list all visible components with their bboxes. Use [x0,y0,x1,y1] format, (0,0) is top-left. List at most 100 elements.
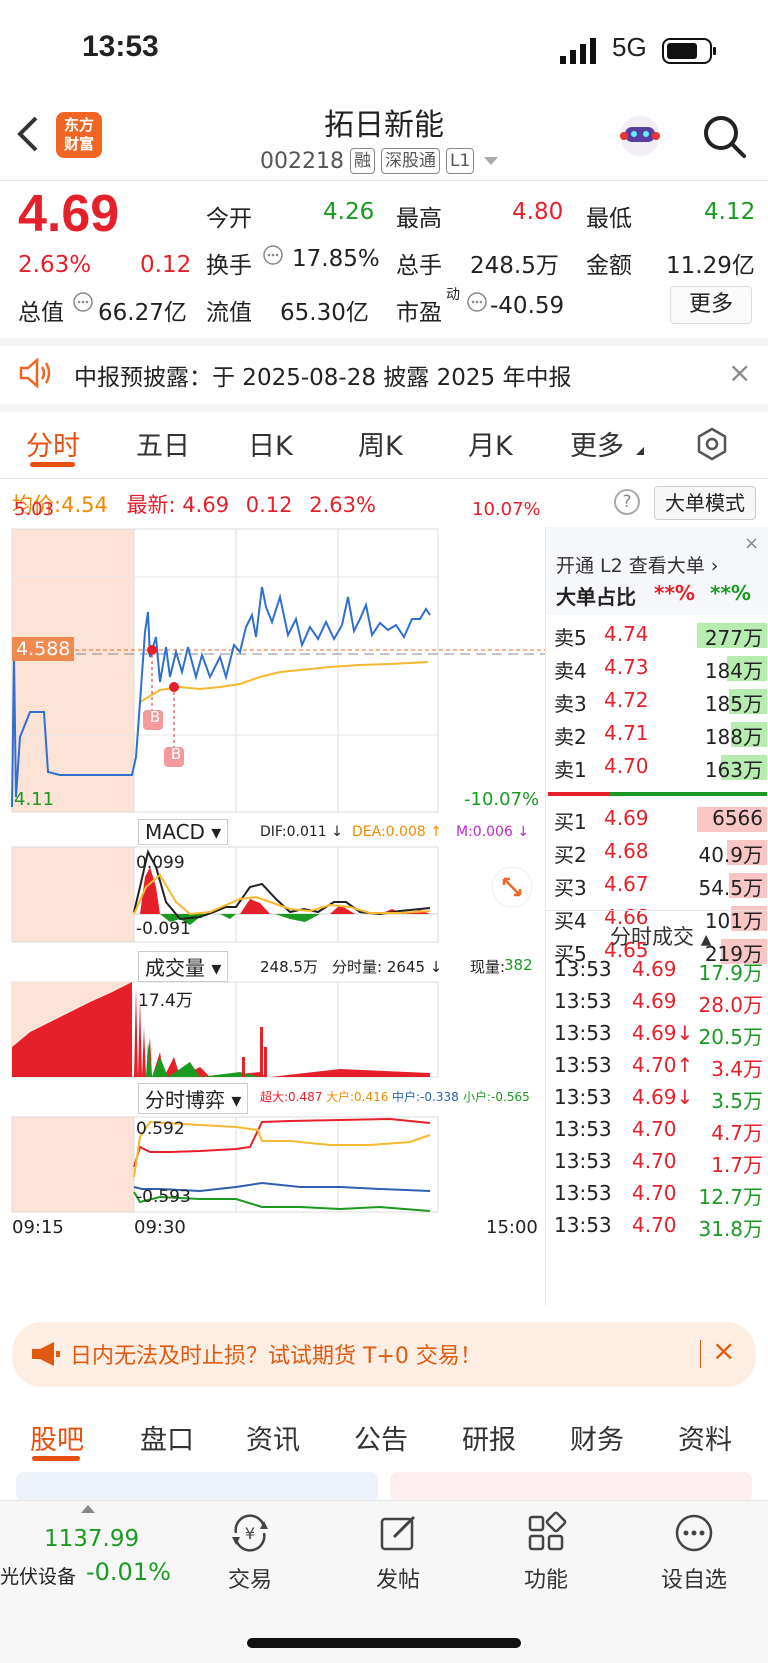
ask-row[interactable]: 卖4 4.73 184万 [546,651,768,684]
current-price: 4.69 [18,185,120,243]
speaker-icon [19,357,51,389]
axis-top-price: 5.03 [14,499,55,520]
info-dots-icon[interactable] [466,291,488,313]
macd-top-value: 0.099 [136,853,185,873]
game-big: 大户:0.416 [326,1090,389,1104]
trade-time: 13:53 [554,1117,612,1141]
index-pct[interactable]: -0.01% [86,1558,171,1586]
stock-code-row: 002218 融 深股通 L1 [260,145,502,177]
search-icon[interactable] [700,112,748,160]
tab-guba[interactable]: 股吧 [30,1418,84,1457]
nav-watchlist[interactable]: 设自选 [634,1510,754,1594]
game-mid: 中户:-0.338 [392,1090,459,1104]
close-icon[interactable]: × [744,533,759,554]
tab-underline [30,462,75,467]
nav-post[interactable]: 发帖 [338,1510,458,1594]
tab-daily-k[interactable]: 日K [248,424,293,463]
yen-cycle-icon: ¥ [232,1514,268,1552]
status-time: 13:53 [82,30,159,63]
axis-bottom-price: 4.11 [14,789,55,810]
trade-time: 13:53 [554,1213,612,1237]
nav-function[interactable]: 功能 [486,1510,606,1594]
trade-time: 13:53 [554,1085,612,1109]
big-ratio-label: 大单占比 [556,585,636,609]
tab-more[interactable]: 更多 [570,424,624,463]
bottom-tab-underline [32,1456,80,1461]
high-label: 最高 [396,206,442,232]
trade-time: 13:53 [554,1053,612,1077]
tab-intraday[interactable]: 分时 [26,424,80,463]
info-dots-icon[interactable] [72,291,94,313]
tab-weekly-k[interactable]: 周K [358,424,403,463]
ask-row[interactable]: 卖3 4.72 185万 [546,684,768,717]
triangle-up-icon [81,1505,95,1513]
ask-row[interactable]: 卖1 4.70 163万 [546,750,768,783]
tab-five-day[interactable]: 五日 [136,424,190,463]
tab-research[interactable]: 研报 [462,1418,516,1457]
bid-level: 买3 [554,876,587,900]
ask-row[interactable]: 卖5 4.74 277万 [546,618,768,651]
order-book: 开通 L2 查看大单 › 大单占比 **% **% × 卖5 4.74 277万 卖4… [545,527,768,1307]
trade-price: 4.70 [632,1213,677,1237]
ask-level: 卖5 [554,626,587,650]
axis-bottom-pct: -10.07% [464,789,540,810]
open-label: 今开 [206,206,252,232]
tab-finance[interactable]: 财务 [570,1418,624,1457]
help-icon[interactable]: ? [614,489,640,515]
avg-value: 4.54 [61,493,108,517]
bid-row[interactable]: 买2 4.68 40.9万 [546,835,768,868]
l2-banner[interactable]: 开通 L2 查看大单 › 大单占比 **% **% × [546,527,768,615]
ask-level: 卖2 [554,725,587,749]
tab-monthly-k[interactable]: 月K [468,424,513,463]
close-icon[interactable]: × [712,1334,735,1367]
l2-link[interactable]: 开通 L2 查看大单 › [556,551,718,578]
latest-value: 4.69 [182,493,230,517]
index-name[interactable]: 光伏设备 [0,1562,76,1589]
volume-value: 248.5万 [470,253,559,279]
trade-price: 4.70 [632,1181,677,1205]
tab-announcement[interactable]: 公告 [354,1418,408,1457]
buy-signal-label: B [149,708,161,726]
mcap-value: 66.27亿 [98,300,187,326]
nav-trade[interactable]: ¥ 交易 [190,1510,310,1594]
intraday-chart[interactable]: 5.03 10.07% 4.11 -10.07% 4.588 B B MACD … [0,499,545,1307]
tab-pankou[interactable]: 盘口 [140,1418,194,1457]
tag-level1: L1 [445,148,475,174]
caret-down-icon[interactable] [482,154,502,168]
gear-icon[interactable] [694,426,730,462]
game-small: 小户:-0.565 [463,1090,530,1104]
ask-level: 卖3 [554,692,587,716]
robot-assistant-icon[interactable] [616,112,664,158]
low-value: 4.12 [704,199,756,225]
trades-title[interactable]: 分时成交 ▲ [610,921,711,951]
trade-time: 13:53 [554,1181,612,1205]
trade-time: 13:53 [554,989,612,1013]
notice-text[interactable]: 中报预披露：于 2025-08-28 披露 2025 年中报 [74,358,571,392]
trade-row: 13:53 4.70 12.7万 [546,1177,768,1210]
expand-icon[interactable] [490,865,534,909]
tab-news[interactable]: 资讯 [246,1418,300,1457]
edit-icon [380,1515,416,1551]
megaphone-icon [32,1342,60,1366]
tab-profile[interactable]: 资料 [678,1418,732,1457]
svg-text:¥: ¥ [245,1524,255,1543]
bid-row[interactable]: 买1 4.69 6566 [546,802,768,835]
info-dots-icon[interactable] [262,244,284,266]
game-selector[interactable]: 分时博弈 ▾ [138,1083,249,1114]
chart-canvas [11,528,545,1213]
battery-icon [662,38,716,64]
volume-now-label: 现量: [470,958,506,976]
index-value[interactable]: 1137.99 [44,1526,139,1552]
bid-row[interactable]: 买3 4.67 54.5万 [546,868,768,901]
float-value: 65.30亿 [280,300,369,326]
more-button[interactable]: 更多 [670,286,752,324]
close-icon[interactable]: × [728,356,751,389]
ask-row[interactable]: 卖2 4.71 188万 [546,717,768,750]
volume-selector[interactable]: 成交量 ▾ [138,951,229,982]
macd-selector[interactable]: MACD ▾ [138,819,229,845]
change-pct: 2.63% [18,252,92,278]
volume-max: 17.4万 [138,991,193,1011]
big-order-mode-button[interactable]: 大单模式 [654,486,756,520]
axis-top-pct: 10.07% [472,499,541,520]
ad-text[interactable]: 日内无法及时止损？试试期货 T+0 交易！ [70,1338,482,1370]
